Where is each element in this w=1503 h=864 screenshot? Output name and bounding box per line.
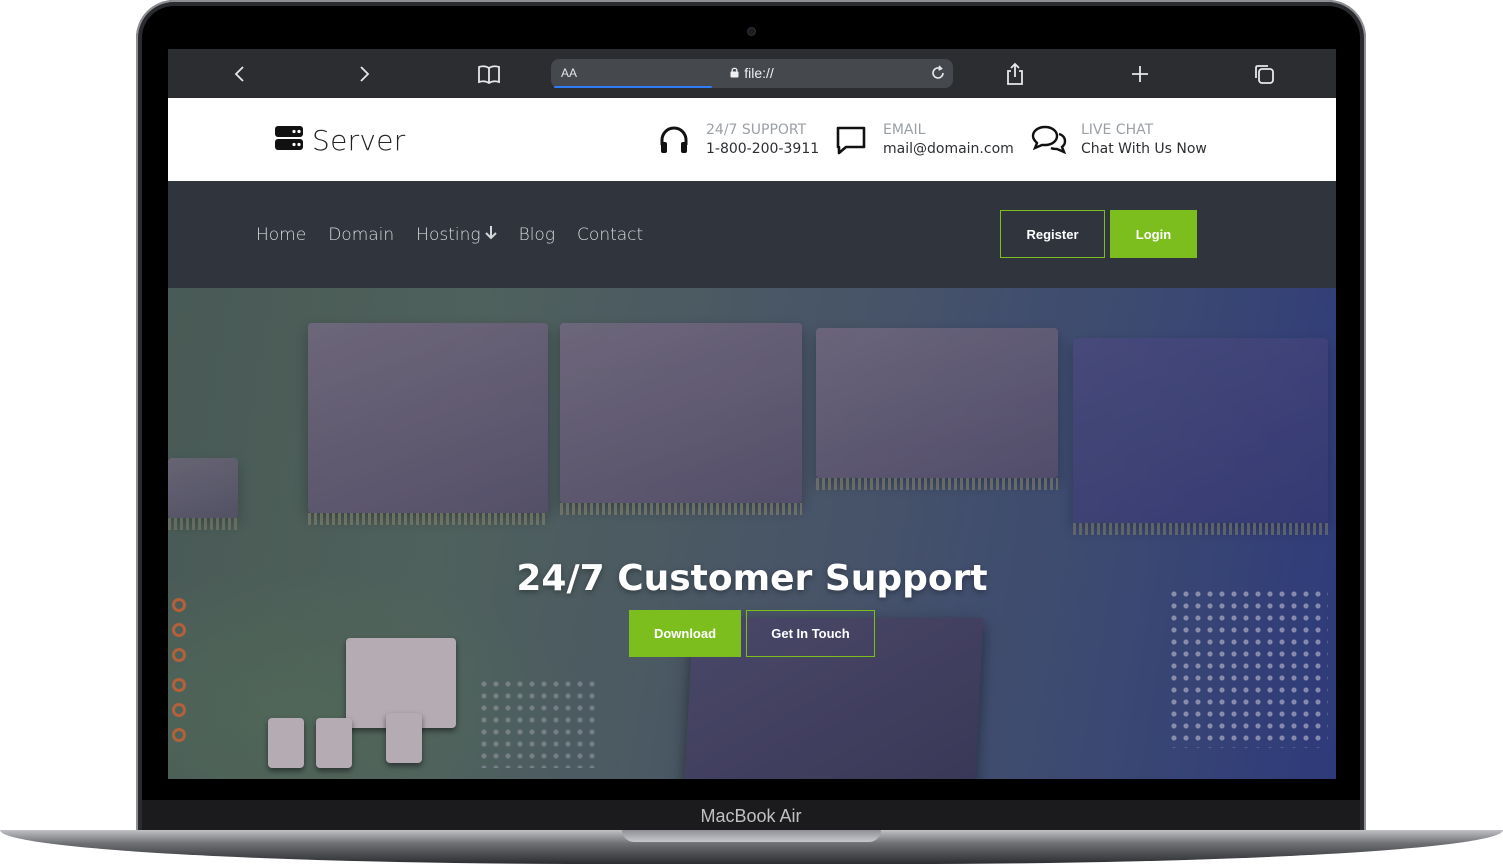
share-icon[interactable] — [1002, 61, 1028, 87]
register-button[interactable]: Register — [1000, 210, 1105, 258]
headset-icon — [654, 120, 694, 160]
new-tab-icon[interactable] — [1127, 61, 1153, 87]
nav-hosting[interactable]: Hosting — [416, 224, 497, 245]
support-info: 24/7 SUPPORT 1-800-200-3911 — [654, 120, 819, 160]
download-button[interactable]: Download — [629, 610, 741, 657]
tabs-icon[interactable] — [1251, 61, 1277, 87]
address-bar[interactable]: AA file:// — [551, 59, 953, 88]
nav-home[interactable]: Home — [256, 224, 306, 245]
email-address[interactable]: mail@domain.com — [883, 139, 1014, 159]
support-phone[interactable]: 1-800-200-3911 — [706, 139, 819, 159]
lock-icon — [730, 65, 739, 81]
brand-name: Server — [312, 124, 406, 157]
support-label: 24/7 SUPPORT — [706, 122, 807, 138]
email-info: EMAIL mail@domain.com — [831, 120, 1014, 160]
page-load-progress — [554, 86, 712, 88]
reload-icon[interactable] — [929, 64, 947, 82]
device-label: MacBook Air — [142, 800, 1360, 832]
nav-blog[interactable]: Blog — [519, 224, 555, 245]
nav-domain[interactable]: Domain — [328, 224, 394, 245]
site-header: Server 24/7 SUPPORT 1-800-200-3911 EMAIL… — [168, 98, 1336, 181]
laptop-notch — [622, 830, 881, 842]
email-label: EMAIL — [883, 122, 926, 138]
get-in-touch-button[interactable]: Get In Touch — [746, 610, 875, 657]
nav-contact[interactable]: Contact — [577, 224, 643, 245]
url-value: file:// — [744, 65, 774, 81]
back-icon[interactable] — [227, 61, 253, 87]
brand-logo[interactable]: Server — [274, 124, 406, 157]
main-navbar: Home Domain Hosting Blog Contact Registe… — [168, 181, 1336, 288]
browser-toolbar: AA file:// — [168, 49, 1336, 98]
chat-icon — [1029, 120, 1069, 160]
forward-icon[interactable] — [351, 61, 377, 87]
live-chat-label: LIVE CHAT — [1081, 122, 1154, 138]
arrow-down-icon — [484, 224, 497, 245]
live-chat-link[interactable]: Chat With Us Now — [1081, 139, 1207, 159]
hero-title: 24/7 Customer Support — [516, 558, 988, 599]
message-icon — [831, 120, 871, 160]
nav-links: Home Domain Hosting Blog Contact — [256, 224, 665, 245]
nav-hosting-label: Hosting — [416, 224, 481, 245]
camera — [748, 28, 755, 35]
hero-banner: 24/7 Customer Support Download Get In To… — [168, 288, 1336, 779]
login-button[interactable]: Login — [1110, 210, 1197, 258]
bookmarks-icon[interactable] — [476, 61, 502, 87]
url-text: file:// — [551, 65, 953, 81]
server-icon — [274, 124, 304, 157]
browser-screen: AA file:// Server 24/7 SUPPORT 1-800-200… — [168, 49, 1336, 779]
live-chat-info: LIVE CHAT Chat With Us Now — [1029, 120, 1207, 160]
